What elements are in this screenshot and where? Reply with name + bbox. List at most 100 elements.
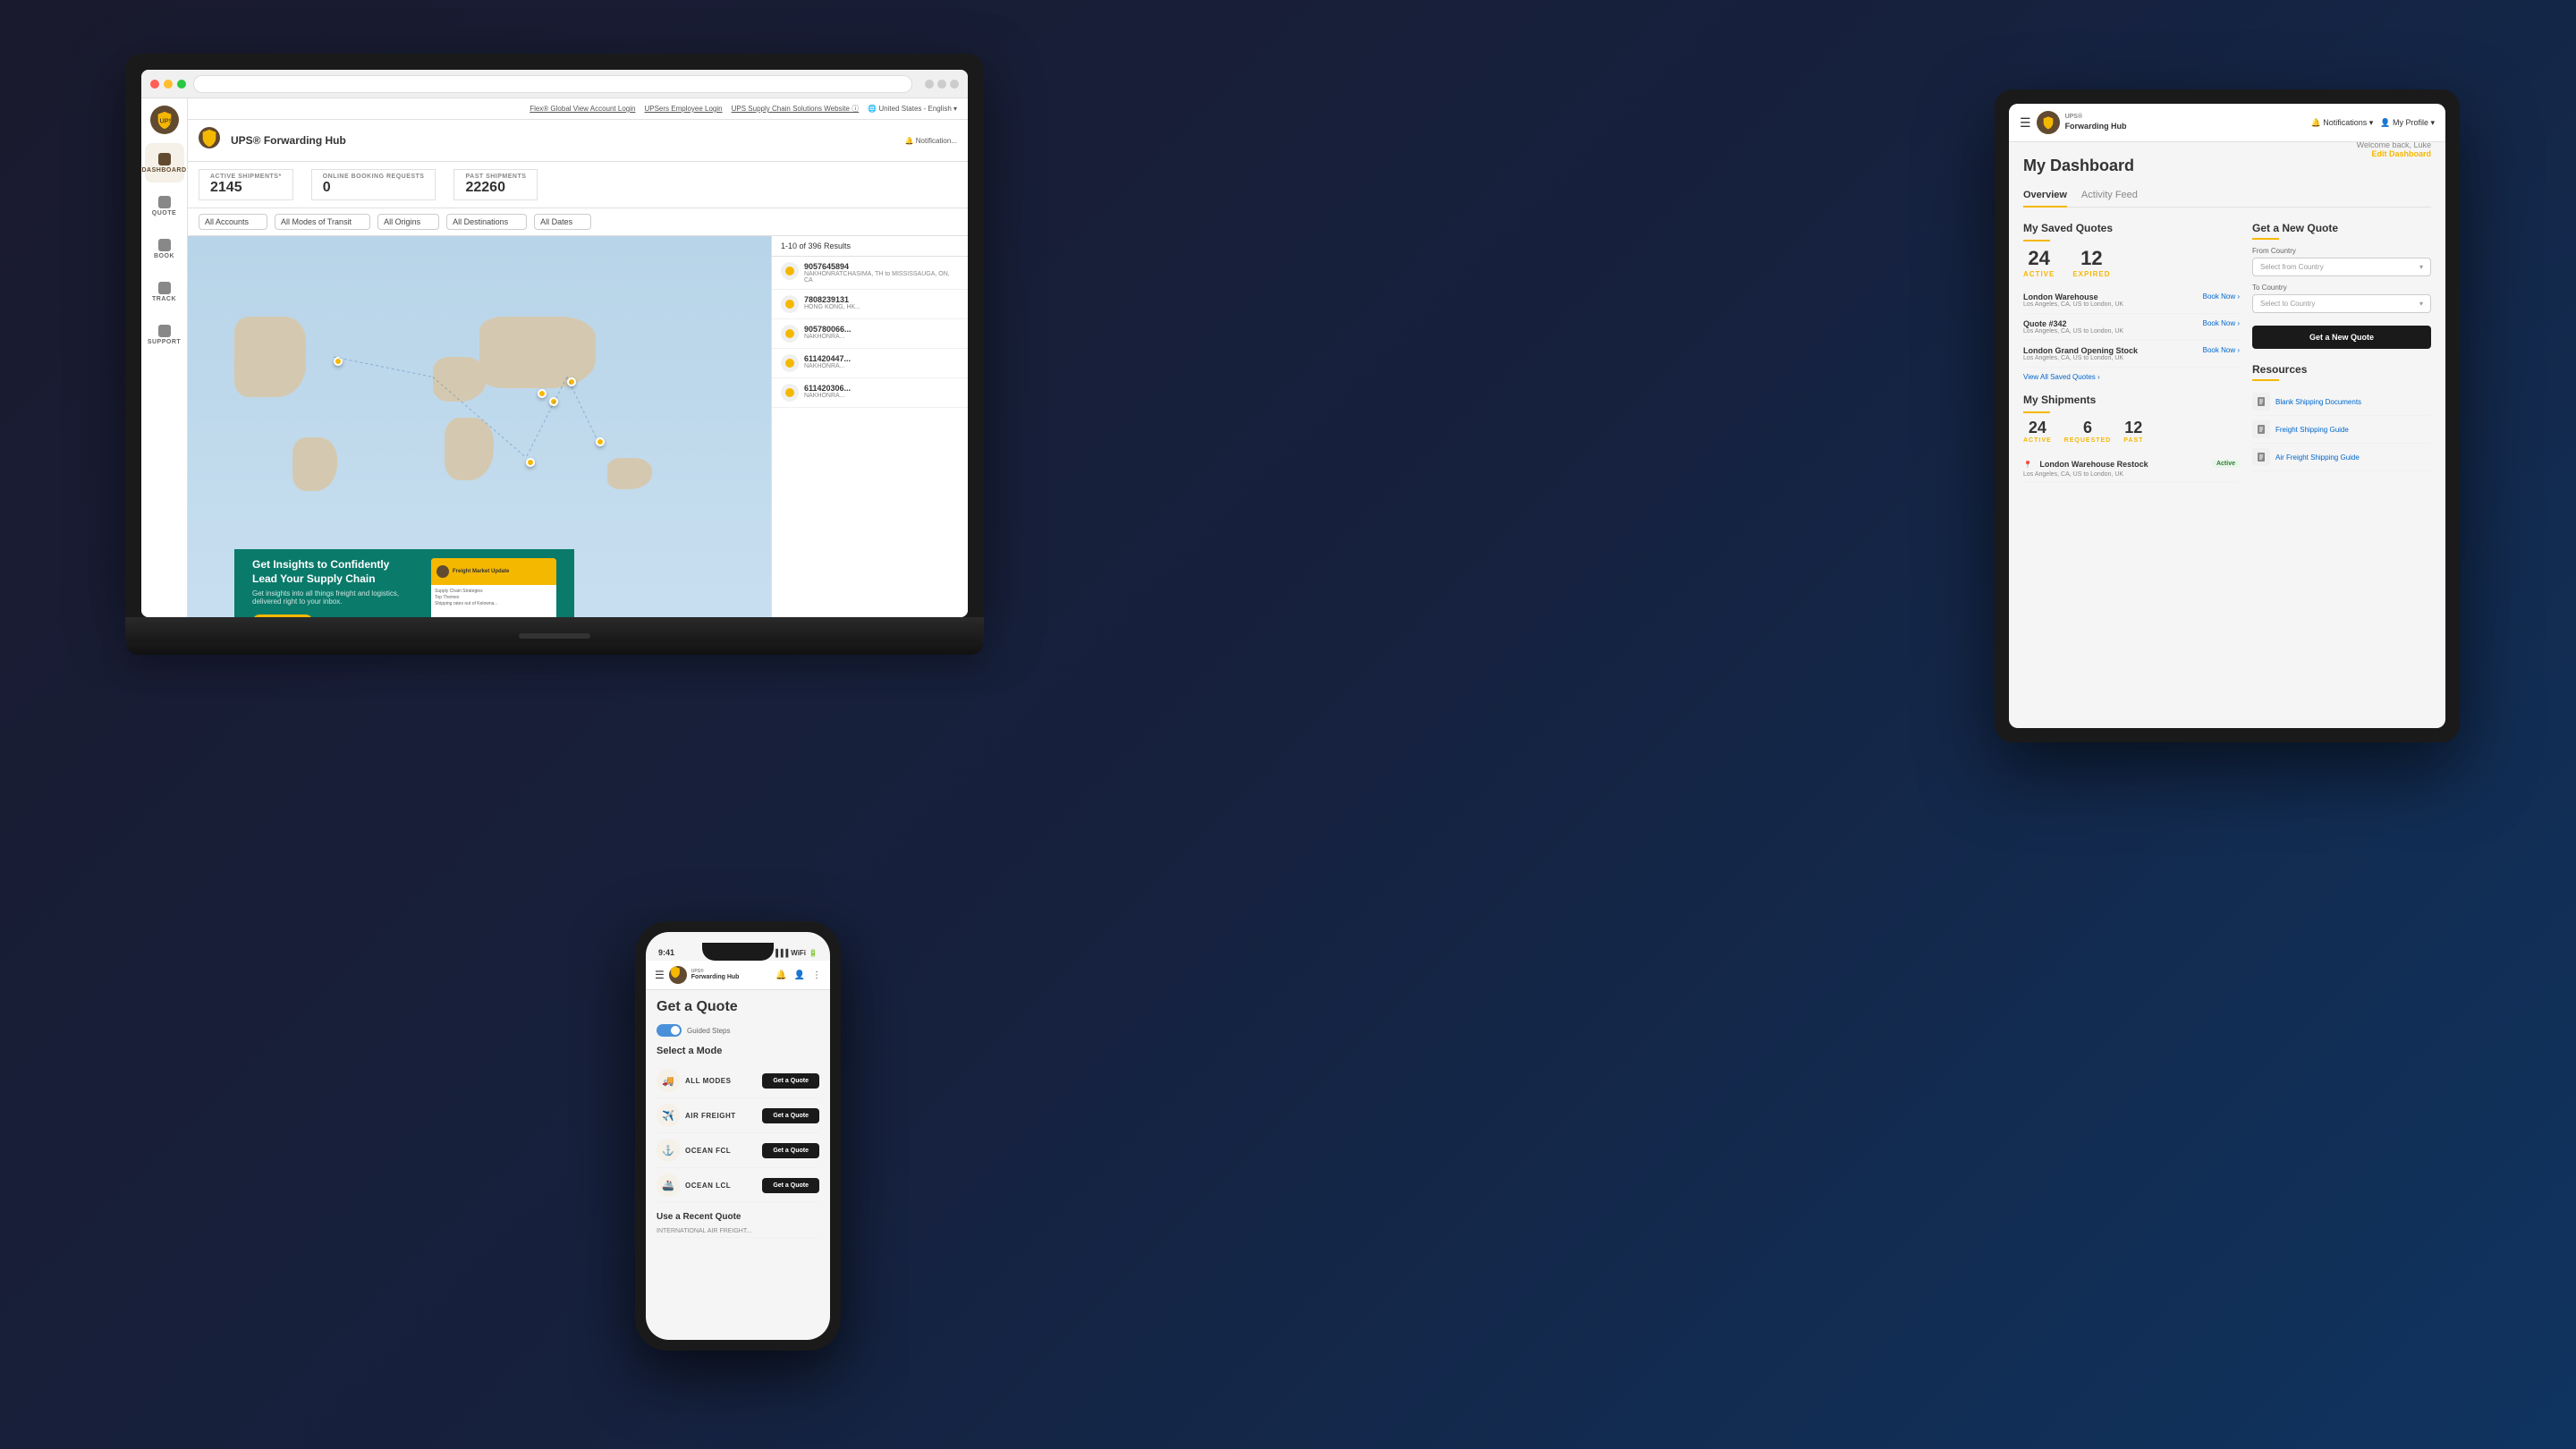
upsers-login-link[interactable]: UPSers Employee Login bbox=[644, 105, 722, 113]
sidebar-item-quote[interactable]: QUOTE bbox=[145, 186, 184, 225]
continent-australia bbox=[607, 458, 652, 489]
all-modes-icon: 🚚 bbox=[657, 1069, 680, 1092]
sidebar-label-support: SUPPORT bbox=[148, 339, 181, 345]
phone-bell-icon[interactable]: 🔔 bbox=[775, 970, 786, 980]
to-country-select[interactable]: Select to Country ▾ bbox=[2252, 294, 2431, 313]
result-icon-1 bbox=[781, 295, 799, 313]
sidebar-item-support[interactable]: SUPPORT bbox=[145, 315, 184, 354]
new-quote-section: Get a New Quote From Country Select from… bbox=[2252, 222, 2431, 349]
supply-chain-link[interactable]: UPS Supply Chain Solutions Website ⓘ bbox=[732, 104, 860, 114]
flex-global-link[interactable]: Flex® Global View Account Login bbox=[530, 105, 635, 113]
promo-image: Freight Market Update Supply Chain Strat… bbox=[431, 558, 556, 617]
mode-name-3: OCEAN LCL bbox=[685, 1182, 731, 1190]
get-quote-btn-0[interactable]: Get a Quote bbox=[762, 1073, 819, 1089]
saved-quote-2-loc: Los Angeles, CA, US to London, UK bbox=[2023, 355, 2138, 361]
get-quote-btn-3[interactable]: Get a Quote bbox=[762, 1178, 819, 1193]
tablet-profile[interactable]: 👤 My Profile ▾ bbox=[2380, 118, 2435, 128]
tab-activity-feed[interactable]: Activity Feed bbox=[2081, 190, 2138, 207]
saved-quote-1[interactable]: Quote #342 Los Angeles, CA, US to London… bbox=[2023, 314, 2240, 341]
sign-me-up-button[interactable]: Sign Me Up › bbox=[252, 614, 313, 617]
result-item-3[interactable]: 611420447... NAKHONRA... bbox=[772, 349, 968, 378]
tablet-notifications[interactable]: 🔔 Notifications ▾ bbox=[2311, 118, 2374, 128]
resource-item-0[interactable]: Blank Shipping Documents bbox=[2252, 388, 2431, 416]
maximize-dot[interactable] bbox=[177, 80, 186, 89]
recent-quote-item[interactable]: INTERNATIONAL AIR FREIGHT... bbox=[657, 1225, 819, 1238]
sidebar-label-book: BOOK bbox=[154, 253, 174, 259]
tab-overview[interactable]: Overview bbox=[2023, 190, 2067, 208]
result-info-0: 9057645894 NAKHONRATCHASIMA, TH to MISSI… bbox=[804, 262, 959, 284]
phone-hamburger-icon[interactable]: ☰ bbox=[655, 969, 665, 981]
map-pin-2 bbox=[538, 389, 547, 398]
traffic-light-3 bbox=[950, 80, 959, 89]
view-all-saved-quotes[interactable]: View All Saved Quotes › bbox=[2023, 373, 2240, 381]
header-notification[interactable]: 🔔 Notification... bbox=[905, 137, 957, 145]
language-selector[interactable]: 🌐 United States - English ▾ bbox=[868, 105, 957, 113]
saved-quote-2[interactable]: London Grand Opening Stock Los Angeles, … bbox=[2023, 341, 2240, 368]
sidebar-item-book[interactable]: BOOK bbox=[145, 229, 184, 268]
new-quote-title: Get a New Quote bbox=[2252, 222, 2431, 234]
sidebar-label-dashboard: DASHBOARD bbox=[142, 167, 187, 174]
book-now-0[interactable]: Book Now › bbox=[2203, 292, 2240, 301]
filter-modes[interactable]: All Modes of Transit bbox=[275, 214, 370, 230]
saved-quote-0-info: London Warehouse Los Angeles, CA, US to … bbox=[2023, 292, 2123, 308]
mode-left-3: 🚢 OCEAN LCL bbox=[657, 1174, 731, 1197]
my-shipments-section: My Shipments 24 ACTIVE 6 REQUE bbox=[2023, 394, 2240, 483]
result-item-1[interactable]: 7808239131 HONG KONG, HK... bbox=[772, 290, 968, 319]
result-item-4[interactable]: 611420306... NAKHONRA... bbox=[772, 378, 968, 408]
active-quotes-box: 24 ACTIVE bbox=[2023, 247, 2055, 278]
filter-origins[interactable]: All Origins bbox=[377, 214, 439, 230]
shipments-count-row: 24 ACTIVE 6 REQUESTED 12 PAST bbox=[2023, 419, 2240, 444]
phone-header-left: ☰ UPS® Forwarding Hub bbox=[655, 966, 739, 984]
filter-accounts[interactable]: All Accounts bbox=[199, 214, 267, 230]
url-bar[interactable] bbox=[193, 75, 912, 93]
mode-left-0: 🚚 ALL MODES bbox=[657, 1069, 731, 1092]
tablet-header: ☰ UPS® Forwarding Hub 🔔 Notifications ▾ … bbox=[2009, 104, 2445, 142]
get-quote-btn-2[interactable]: Get a Quote bbox=[762, 1143, 819, 1158]
saved-quotes-title: My Saved Quotes bbox=[2023, 222, 2240, 234]
minimize-dot[interactable] bbox=[164, 80, 173, 89]
sidebar-item-dashboard[interactable]: DASHBOARD bbox=[145, 143, 184, 182]
result-info-3: 611420447... NAKHONRA... bbox=[804, 354, 959, 369]
phone-more-icon[interactable]: ⋮ bbox=[812, 970, 821, 980]
saved-quote-0[interactable]: London Warehouse Los Angeles, CA, US to … bbox=[2023, 287, 2240, 314]
ups-logo: UPS bbox=[150, 106, 179, 134]
result-desc-3: NAKHONRA... bbox=[804, 363, 959, 369]
support-icon bbox=[158, 325, 171, 337]
filter-destinations[interactable]: All Destinations bbox=[446, 214, 527, 230]
from-country-label: From Country bbox=[2252, 247, 2431, 255]
get-quote-btn-1[interactable]: Get a Quote bbox=[762, 1108, 819, 1123]
mode-name-0: ALL MODES bbox=[685, 1077, 731, 1085]
requested-shipments-num: 6 bbox=[2064, 419, 2112, 437]
ups-header: UPS® Forwarding Hub 🔔 Notification... bbox=[188, 120, 968, 162]
resource-item-1[interactable]: Freight Shipping Guide bbox=[2252, 416, 2431, 444]
promo-img-body: Supply Chain StrategiesTop ThemesShippin… bbox=[431, 585, 556, 611]
result-item-2[interactable]: 905780066... NAKHONRA... bbox=[772, 319, 968, 349]
filter-dates[interactable]: All Dates bbox=[534, 214, 591, 230]
from-country-placeholder: Select from Country bbox=[2260, 263, 2324, 271]
guided-steps-toggle[interactable] bbox=[657, 1024, 682, 1037]
laptop-screen: UPS DASHBOARD QUOTE BOOK bbox=[141, 70, 968, 617]
dashboard-icon bbox=[158, 153, 171, 165]
close-dot[interactable] bbox=[150, 80, 159, 89]
book-now-2[interactable]: Book Now › bbox=[2203, 346, 2240, 354]
shipment-0-name: London Warehouse Restock bbox=[2039, 460, 2148, 469]
requested-shipments-label: REQUESTED bbox=[2064, 437, 2112, 444]
sidebar-item-track[interactable]: TRACK bbox=[145, 272, 184, 311]
past-shipments-label: PAST bbox=[2123, 437, 2143, 444]
resource-item-2[interactable]: Air Freight Shipping Guide bbox=[2252, 444, 2431, 471]
tablet-page-title: My Dashboard bbox=[2023, 157, 2134, 175]
shipment-item-0[interactable]: 📍 London Warehouse Restock Active Los An… bbox=[2023, 451, 2240, 483]
phone-user-icon[interactable]: 👤 bbox=[794, 970, 805, 980]
hamburger-icon[interactable]: ☰ bbox=[2020, 115, 2031, 131]
tablet-brand-text: UPS® Forwarding Hub bbox=[2065, 114, 2127, 131]
from-country-select[interactable]: Select from Country ▾ bbox=[2252, 258, 2431, 276]
result-item-0[interactable]: 9057645894 NAKHONRATCHASIMA, TH to MISSI… bbox=[772, 257, 968, 290]
laptop-notch bbox=[519, 633, 590, 639]
book-now-1[interactable]: Book Now › bbox=[2203, 319, 2240, 327]
active-shipments-label: ACTIVE bbox=[2023, 437, 2052, 444]
shipment-item-0-row: 📍 London Warehouse Restock Active bbox=[2023, 455, 2240, 471]
edit-dashboard-link[interactable]: Edit Dashboard bbox=[2357, 149, 2431, 158]
ups-sidebar: UPS DASHBOARD QUOTE BOOK bbox=[141, 98, 188, 617]
get-new-quote-button[interactable]: Get a New Quote bbox=[2252, 326, 2431, 349]
map-pin-1 bbox=[567, 377, 576, 386]
